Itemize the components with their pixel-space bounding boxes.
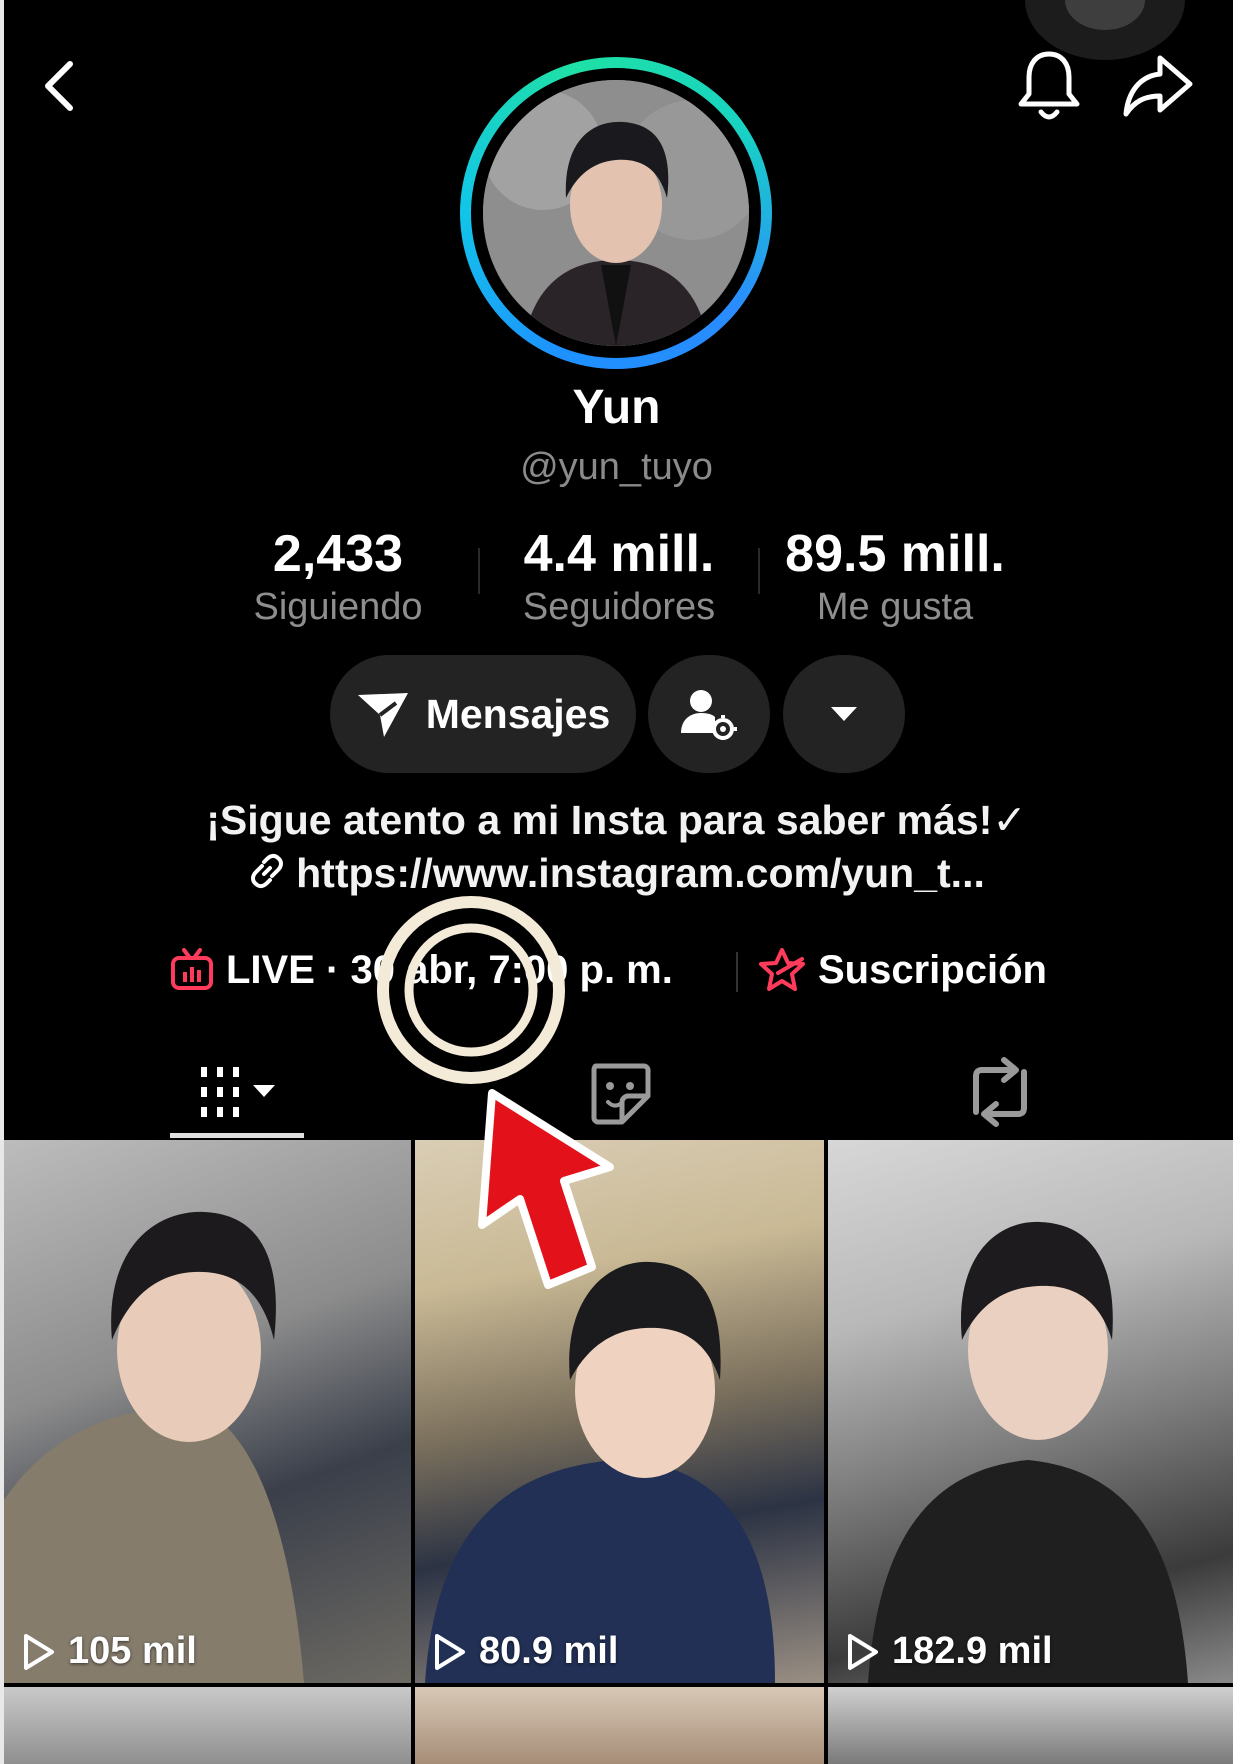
video-grid-icon: [200, 1067, 275, 1117]
stat-label: Siguiendo: [253, 586, 423, 628]
view-count-text: 105 mil: [68, 1630, 197, 1672]
stat-value: 89.5 mill.: [785, 525, 1005, 583]
link-url: https://www.instagram.com/yun_t...: [296, 850, 985, 896]
stat-label: Seguidores: [522, 586, 716, 628]
video-thumbnail[interactable]: 182.9 mil: [828, 1140, 1233, 1683]
share-arrow-icon: [1123, 55, 1193, 117]
video-still: [868, 1221, 1188, 1683]
subscription-label: Suscripción: [818, 947, 1047, 992]
view-count: 80.9 mil: [433, 1630, 618, 1673]
stat-divider: [478, 548, 480, 594]
caret-down-icon: [831, 707, 857, 721]
tap-indicator: [373, 892, 569, 1088]
video-thumbnail[interactable]: [415, 1687, 824, 1764]
play-icon: [848, 1633, 878, 1670]
play-icon: [24, 1633, 54, 1670]
stat-following[interactable]: 2,433 Siguiendo: [232, 524, 444, 630]
tab-videos[interactable]: [170, 1052, 305, 1132]
stat-likes[interactable]: 89.5 mill. Me gusta: [770, 524, 1020, 630]
tab-reposts[interactable]: [958, 1052, 1042, 1132]
video-thumbnail[interactable]: 105 mil: [4, 1140, 411, 1683]
active-tab-indicator: [170, 1133, 304, 1138]
stat-followers[interactable]: 4.4 mill. Seguidores: [504, 524, 734, 630]
view-count-text: 182.9 mil: [892, 1630, 1053, 1672]
video-thumbnail[interactable]: [828, 1687, 1233, 1764]
star-badge-icon: [759, 948, 805, 991]
video-thumbnail[interactable]: [4, 1687, 411, 1764]
live-label: LIVE: [226, 947, 315, 992]
chevron-left-icon: [45, 61, 73, 111]
avatar[interactable]: [483, 80, 749, 346]
stat-value: 4.4 mill.: [523, 525, 715, 583]
profile-name: Yun: [572, 381, 661, 434]
view-count-text: 80.9 mil: [479, 1630, 619, 1672]
view-count: 105 mil: [22, 1630, 197, 1673]
link-icon: [248, 852, 286, 900]
back-button[interactable]: [38, 56, 82, 116]
paper-plane-icon: [357, 693, 408, 737]
subscription-link[interactable]: Suscripción: [758, 942, 1047, 998]
stat-label: Me gusta: [816, 586, 974, 628]
live-divider: [736, 952, 738, 992]
repost-icon: [973, 1057, 1027, 1127]
stat-value: 2,433: [272, 525, 404, 583]
stat-divider: [758, 548, 760, 594]
notifications-button[interactable]: [1015, 48, 1083, 126]
more-options-button[interactable]: [783, 655, 905, 773]
profile-handle: @yun_tuyo: [520, 446, 713, 488]
bio-text: ¡Sigue atento a mi Insta para saber más!…: [206, 797, 1027, 843]
bio-link[interactable]: https://www.instagram.com/yun_t...: [0, 850, 1233, 900]
play-icon: [435, 1633, 465, 1670]
pointer-arrow: [460, 1085, 620, 1305]
follow-settings-button[interactable]: [648, 655, 770, 773]
message-button[interactable]: Mensajes: [330, 655, 636, 773]
share-button[interactable]: [1120, 52, 1196, 122]
bell-icon: [1018, 51, 1080, 120]
user-gear-icon: [681, 690, 737, 740]
view-count: 182.9 mil: [846, 1630, 1053, 1673]
message-label: Mensajes: [425, 690, 611, 737]
avatar-image: [483, 80, 749, 346]
live-tv-icon: [171, 948, 213, 990]
video-still: [4, 1211, 304, 1683]
